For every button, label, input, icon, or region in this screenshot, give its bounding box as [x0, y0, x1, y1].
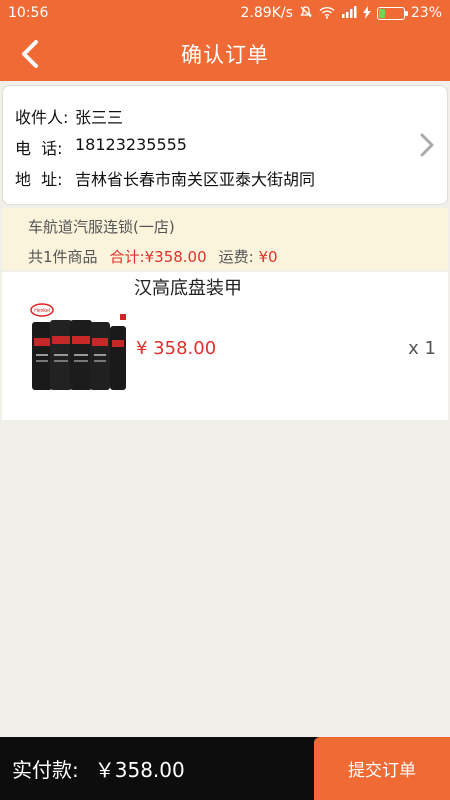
brand-logo: Henkel — [34, 308, 50, 314]
recipient-name: 张三三 — [75, 108, 124, 127]
submit-order-button[interactable]: 提交订单 — [314, 737, 450, 800]
store-name: 车航道汽服连锁(一店) — [28, 218, 175, 236]
product-quantity: x 1 — [408, 338, 436, 359]
back-button[interactable] — [10, 34, 50, 74]
address-text: 吉林省长春市南关区亚泰大街胡同 — [75, 170, 316, 189]
subtotal-label: 合计: — [109, 248, 145, 266]
address-row: 地 址: 吉林省长春市南关区亚泰大街胡同 — [15, 166, 435, 190]
product-item[interactable]: Henkel 汉高底盘装甲 ¥ 358.00 x 1 — [2, 272, 448, 420]
address-card[interactable]: 收件人: 张三三 电 话: 18123235555 地 址: 吉林省长春市南关区… — [2, 85, 448, 205]
shipping-label: 运费: — [218, 248, 254, 266]
recipient-label: 收件人: — [15, 108, 69, 127]
phone-row: 电 话: 18123235555 — [15, 135, 435, 159]
shipping-value: ¥0 — [258, 248, 278, 266]
network-speed: 2.89K/s — [240, 5, 293, 21]
wifi-icon — [319, 6, 335, 21]
total-label: 实付款: — [12, 758, 79, 782]
recipient-row: 收件人: 张三三 — [15, 104, 435, 128]
subtotal: 合计:¥358.00 — [110, 246, 207, 267]
status-bar: 10:56 2.89K/s 23% — [0, 0, 450, 26]
status-time: 10:56 — [8, 5, 49, 21]
shipping: 运费: ¥0 — [219, 246, 278, 267]
charging-icon — [362, 5, 371, 21]
product-name: 汉高底盘装甲 — [134, 278, 242, 299]
mute-icon — [299, 5, 313, 21]
phone-number: 18123235555 — [75, 135, 187, 154]
item-count: 共1件商品 — [28, 248, 98, 266]
app-header: 确认订单 — [0, 26, 450, 81]
checkout-bar: 实付款: ￥358.00 提交订单 — [0, 737, 450, 800]
signal-icon — [341, 6, 357, 20]
address-label: 地 址: — [15, 170, 63, 189]
product-image: Henkel — [30, 302, 130, 392]
total-value: ￥358.00 — [94, 758, 185, 782]
page-title: 确认订单 — [181, 42, 269, 67]
order-summary: 共1件商品 合计:¥358.00 运费: ¥0 — [28, 246, 422, 267]
subtotal-value: ¥358.00 — [144, 248, 207, 266]
battery-icon — [376, 6, 408, 20]
product-price: ¥ 358.00 — [136, 338, 217, 359]
phone-label: 电 话: — [15, 139, 63, 158]
store-summary-bar: 车航道汽服连锁(一店) 共1件商品 合计:¥358.00 运费: ¥0 — [2, 208, 448, 270]
status-indicators: 2.89K/s 23% — [241, 5, 443, 21]
chevron-right-icon — [417, 130, 437, 160]
battery-percent: 23% — [410, 5, 442, 21]
chevron-left-icon — [22, 40, 38, 68]
